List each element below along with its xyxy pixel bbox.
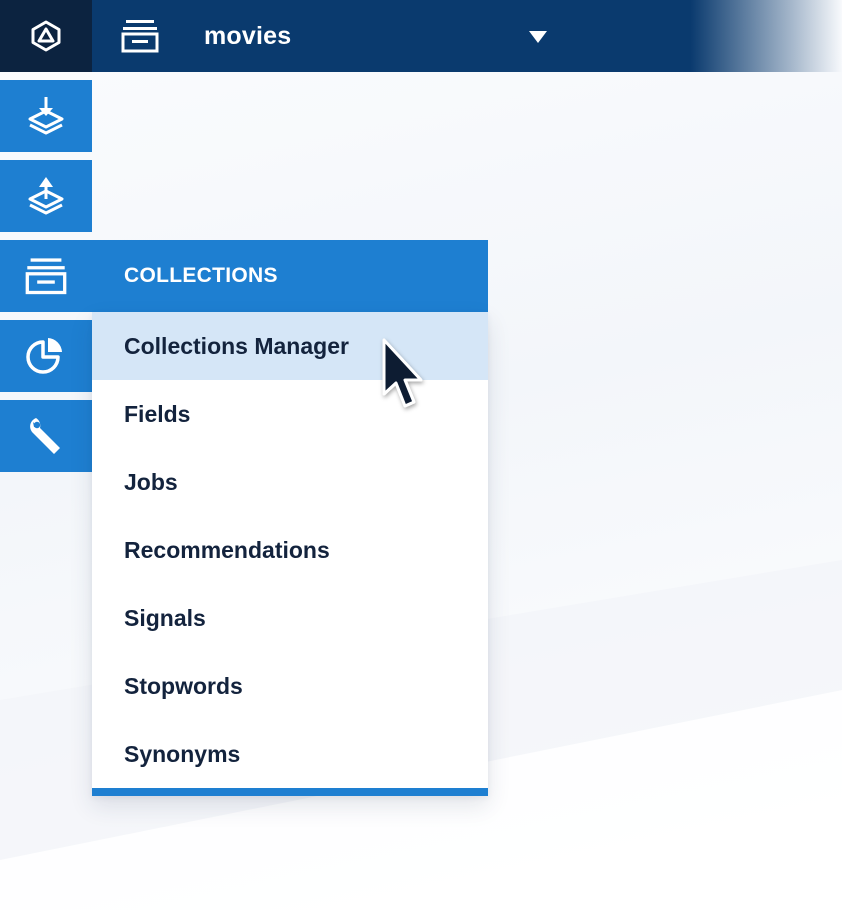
menu-item-stopwords[interactable]: Stopwords (92, 652, 488, 720)
app-selector-dropdown[interactable] (520, 22, 556, 52)
fusion-logo-icon (31, 20, 61, 52)
sidebar-item-index[interactable] (0, 80, 92, 152)
menu-item-fields[interactable]: Fields (92, 380, 488, 448)
sidebar-item-system[interactable] (0, 400, 92, 472)
menu-item-collections-manager[interactable]: Collections Manager (92, 312, 488, 380)
analytics-icon (26, 338, 62, 374)
menu-item-recommendations[interactable]: Recommendations (92, 516, 488, 584)
sidebar-item-analytics[interactable] (0, 320, 92, 392)
app-selector-label[interactable]: movies (204, 0, 291, 72)
menu-bottom-bar (92, 788, 488, 796)
menu-item-jobs[interactable]: Jobs (92, 448, 488, 516)
sidebar-item-collections[interactable] (0, 240, 92, 312)
wrench-icon (30, 418, 60, 454)
menu-item-signals[interactable]: Signals (92, 584, 488, 652)
logo-button[interactable] (0, 0, 92, 72)
sidebar-item-query[interactable] (0, 160, 92, 232)
caret-down-icon (529, 31, 547, 43)
collections-menu: Collections Manager Fields Jobs Recommen… (92, 312, 488, 796)
menu-item-synonyms[interactable]: Synonyms (92, 720, 488, 788)
collections-icon (121, 20, 159, 53)
collections-menu-header: COLLECTIONS (92, 240, 488, 312)
index-icon (28, 97, 64, 135)
query-icon (28, 177, 64, 215)
top-bar: movies (0, 0, 842, 72)
collections-icon (25, 258, 67, 295)
